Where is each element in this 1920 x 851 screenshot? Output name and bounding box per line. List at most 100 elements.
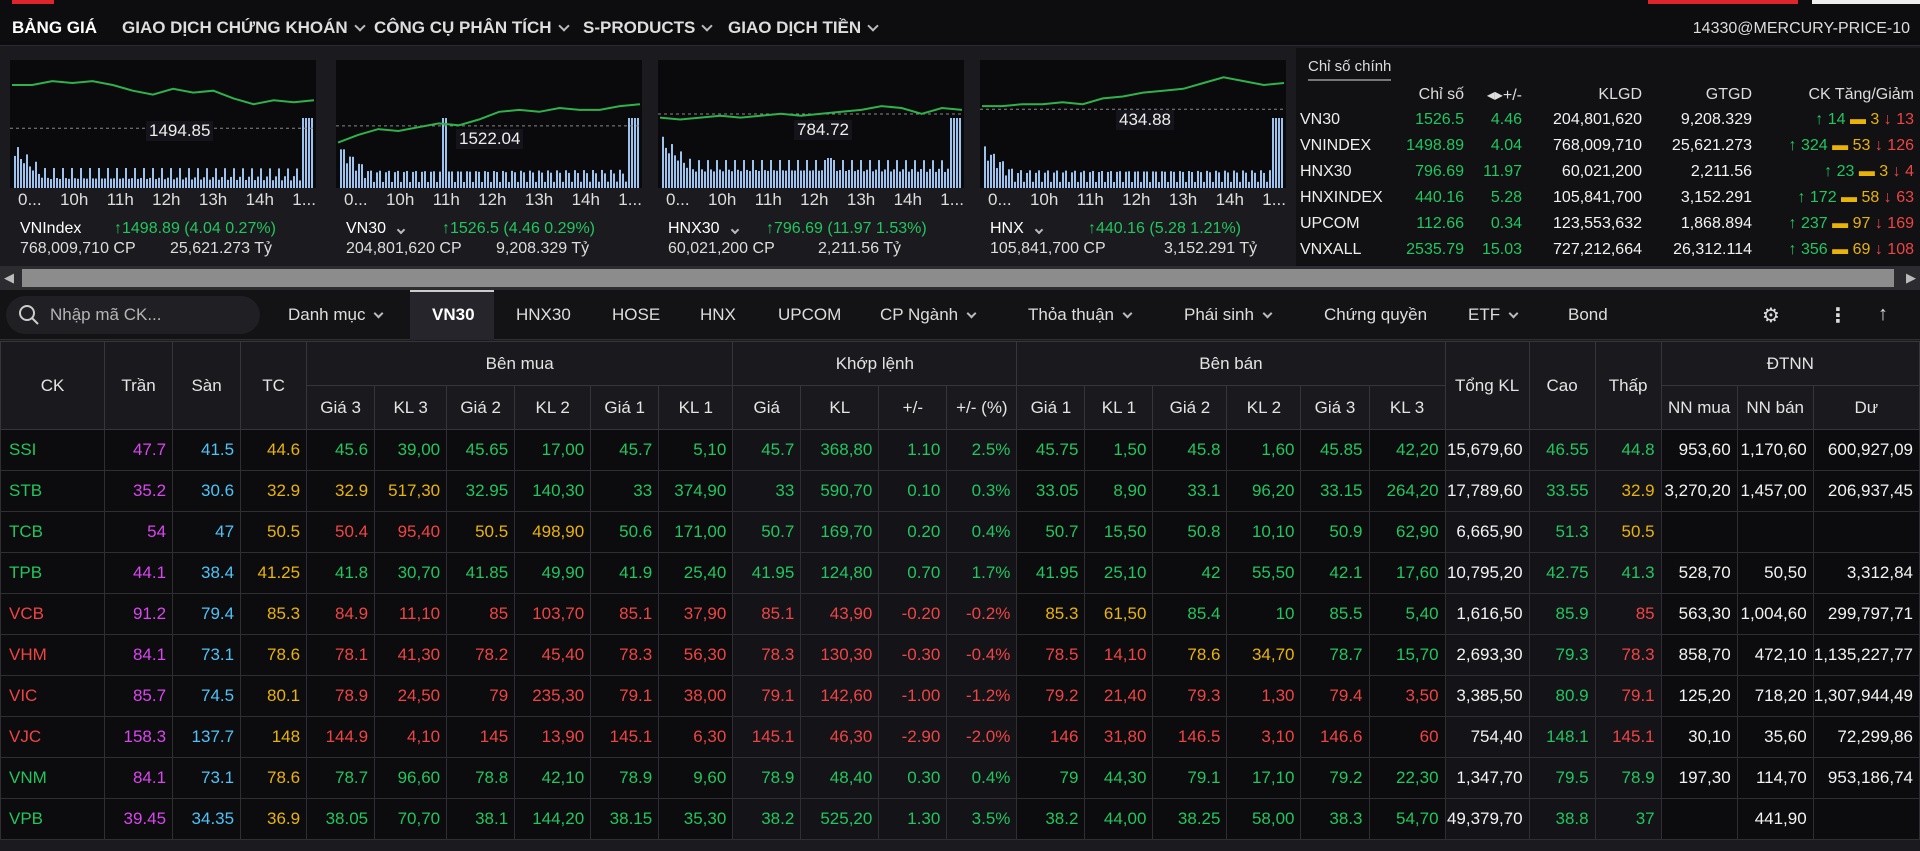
- tab-upcom[interactable]: UPCOM: [778, 305, 841, 325]
- table-row[interactable]: VCB 91.2 79.4 85.3 84.9 11,10 85 103,70 85.1 37,9…: [0, 593, 1920, 635]
- col-header-high[interactable]: Cao: [1528, 341, 1596, 430]
- tab-etf[interactable]: ETF: [1468, 305, 1519, 325]
- header-secondary-button[interactable]: [1812, 0, 1920, 4]
- horizontal-scrollbar[interactable]: ◀ ▶: [0, 266, 1920, 290]
- col-header-symbol[interactable]: CK: [0, 341, 106, 430]
- chevron-down-icon[interactable]: [1034, 225, 1044, 235]
- volume-bar: [281, 180, 283, 188]
- search-input[interactable]: [50, 305, 250, 325]
- mini-chart-hnx[interactable]: 434.88 0... 10h 11h 12h 13h 14h 1... HNX ↑440.16…: [976, 48, 1290, 266]
- index-row[interactable]: HNX30 796.69 11.97 60,021,200 2,211.56 ↑ 23 ▬…: [1300, 159, 1920, 185]
- index-row[interactable]: HNXINDEX 440.16 5.28 105,841,700 3,152.291 ↑ …: [1300, 185, 1920, 211]
- col-header-reference[interactable]: TC: [240, 341, 308, 430]
- sub-header[interactable]: Giá 1: [1016, 385, 1086, 430]
- sub-header[interactable]: Giá 2: [446, 385, 516, 430]
- sub-header-foreign[interactable]: Dư: [1812, 385, 1920, 430]
- index-selector[interactable]: HNX: [990, 220, 1044, 238]
- chevron-down-icon: [354, 20, 366, 32]
- tab-hnx[interactable]: HNX: [700, 305, 736, 325]
- table-row[interactable]: TCB 54 47 50.5 50.4 95,40 50.5 498,90 50.6 171,00…: [0, 511, 1920, 553]
- tab-bond[interactable]: Bond: [1568, 305, 1608, 325]
- sub-header[interactable]: +/- (%): [946, 385, 1018, 430]
- table-row[interactable]: VIC 85.7 74.5 80.1 78.9 24,50 79 235,30 79.1 38,0…: [0, 675, 1920, 717]
- tab-danh-mục[interactable]: Danh mục: [288, 305, 384, 325]
- nav-s-products[interactable]: S-PRODUCTS: [583, 18, 714, 38]
- volume-bar: [77, 178, 79, 188]
- table-row[interactable]: TPB 44.1 38.4 41.25 41.8 30,70 41.85 49,90 41.9 2…: [0, 552, 1920, 594]
- volume-bar: [839, 170, 841, 188]
- sub-header[interactable]: KL 3: [1368, 385, 1446, 430]
- sub-header[interactable]: Giá 1: [590, 385, 660, 430]
- tab-chứng-quyền[interactable]: Chứng quyền: [1324, 305, 1427, 325]
- sub-header-foreign[interactable]: NN bán: [1736, 385, 1814, 430]
- index-row[interactable]: VNINDEX 1498.89 4.04 768,009,710 25,621.273 ↑…: [1300, 133, 1920, 159]
- sell-price-3: 146.6: [1300, 716, 1370, 758]
- tab-hose[interactable]: HOSE: [612, 305, 660, 325]
- sub-header[interactable]: KL 2: [1226, 385, 1302, 430]
- table-row[interactable]: VHM 84.1 73.1 78.6 78.1 41,30 78.2 45,40 78.3 56,…: [0, 634, 1920, 676]
- tab-thỏa-thuận[interactable]: Thỏa thuận: [1028, 305, 1133, 325]
- volume-bar: [394, 172, 396, 188]
- table-row[interactable]: SSI 47.7 41.5 44.6 45.6 39,00 45.65 17,00 45.7 5,…: [0, 429, 1920, 471]
- search-box[interactable]: [6, 296, 260, 334]
- sub-header-foreign[interactable]: NN mua: [1660, 385, 1738, 430]
- mini-chart-hnx30[interactable]: 784.72 0... 10h 11h 12h 13h 14h 1... HNX30 ↑796.…: [654, 48, 968, 266]
- volume-bar: [550, 172, 552, 188]
- index-selector[interactable]: VN30: [346, 220, 406, 238]
- symbol-cell: TPB: [0, 552, 106, 594]
- scroll-thumb[interactable]: [22, 269, 1894, 287]
- header-action-button[interactable]: [1648, 0, 1798, 4]
- col-header-ceiling[interactable]: Trần: [104, 341, 174, 430]
- tab-main-indices[interactable]: Chỉ số chính: [1308, 58, 1392, 81]
- account-id[interactable]: 14330@MERCURY-PRICE-10: [1693, 20, 1910, 38]
- col-header-total-volume[interactable]: Tổng KL: [1444, 341, 1530, 430]
- arrow-up-icon[interactable]: ↑: [1878, 303, 1888, 326]
- mini-chart-vnindex[interactable]: 1494.85 0... 10h 11h 12h 13h 14h 1... VNIndex ↑14…: [6, 48, 320, 266]
- sub-header[interactable]: Giá: [732, 385, 802, 430]
- chevron-down-icon[interactable]: [397, 225, 406, 235]
- volume-bar: [737, 169, 739, 188]
- tab-phái-sinh[interactable]: Phái sinh: [1184, 305, 1273, 325]
- scroll-left-icon[interactable]: ◀: [4, 270, 14, 286]
- sub-header[interactable]: KL 3: [374, 385, 448, 430]
- sub-header[interactable]: KL 2: [514, 385, 592, 430]
- mini-chart-vn30[interactable]: 1522.04 0... 10h 11h 12h 13h 14h 1... VN30 ↑1526…: [332, 48, 646, 266]
- index-row[interactable]: UPCOM 112.66 0.34 123,553,632 1,868.894 ↑ 237…: [1300, 211, 1920, 237]
- volume-bar: [472, 181, 474, 188]
- volume-bar: [586, 173, 588, 188]
- table-row[interactable]: VNM 84.1 73.1 78.6 78.7 96,60 78.8 42,10 78.9 9,6…: [0, 757, 1920, 799]
- index-selector[interactable]: HNX30: [668, 220, 740, 238]
- nav-giao-dich-tien[interactable]: GIAO DỊCH TIỀN: [728, 18, 879, 38]
- sub-header[interactable]: Giá 3: [306, 385, 376, 430]
- col-header-floor[interactable]: Sàn: [172, 341, 242, 430]
- nav-cong-cu-phan-tich[interactable]: CÔNG CỤ PHÂN TÍCH: [374, 18, 570, 38]
- tab-hnx30[interactable]: HNX30: [516, 305, 571, 325]
- table-row[interactable]: STB 35.2 30.6 32.9 32.9 517,30 32.95 140,30 33 37…: [0, 470, 1920, 512]
- volume-bar: [956, 118, 958, 188]
- index-row[interactable]: VN30 1526.5 4.46 204,801,620 9,208.329 ↑ 14 ▬…: [1300, 107, 1920, 133]
- sub-header[interactable]: KL 1: [658, 385, 734, 430]
- index-selector[interactable]: VNIndex: [20, 220, 81, 238]
- table-row[interactable]: VJC 158.3 137.7 148 144.9 4,10 145 13,90 145.1 6,…: [0, 716, 1920, 758]
- table-row[interactable]: VPB 39.45 34.35 36.9 38.05 70,70 38.1 144,20 38.…: [0, 798, 1920, 840]
- index-value: 2535.79: [1406, 241, 1464, 258]
- sub-header[interactable]: KL: [800, 385, 880, 430]
- nav-bang-gia[interactable]: BẢNG GIÁ: [12, 18, 97, 38]
- scroll-right-icon[interactable]: ▶: [1906, 270, 1916, 286]
- match-price: 41.95: [732, 552, 802, 594]
- more-vertical-icon[interactable]: ⋮: [1828, 303, 1848, 328]
- volume-bar: [1152, 171, 1154, 188]
- tab-cp-ngành[interactable]: CP Ngành: [880, 305, 977, 325]
- index-row[interactable]: VNXALL 2535.79 15.03 727,212,664 26,312.114 ↑…: [1300, 237, 1920, 263]
- tab-vn30[interactable]: VN30: [432, 305, 475, 325]
- sub-header[interactable]: KL 1: [1084, 385, 1154, 430]
- col-header-low[interactable]: Thấp: [1594, 341, 1662, 430]
- chevron-down-icon[interactable]: [730, 225, 740, 235]
- sub-header[interactable]: +/-: [878, 385, 948, 430]
- volume-bar: [743, 160, 745, 188]
- nav-giao-dich-chung-khoan[interactable]: GIAO DỊCH CHỨNG KHOÁN: [122, 18, 366, 38]
- sub-header[interactable]: Giá 3: [1300, 385, 1370, 430]
- settings-icon[interactable]: ⚙: [1762, 303, 1780, 328]
- sub-header[interactable]: Giá 2: [1152, 385, 1228, 430]
- volume-bar: [637, 118, 639, 188]
